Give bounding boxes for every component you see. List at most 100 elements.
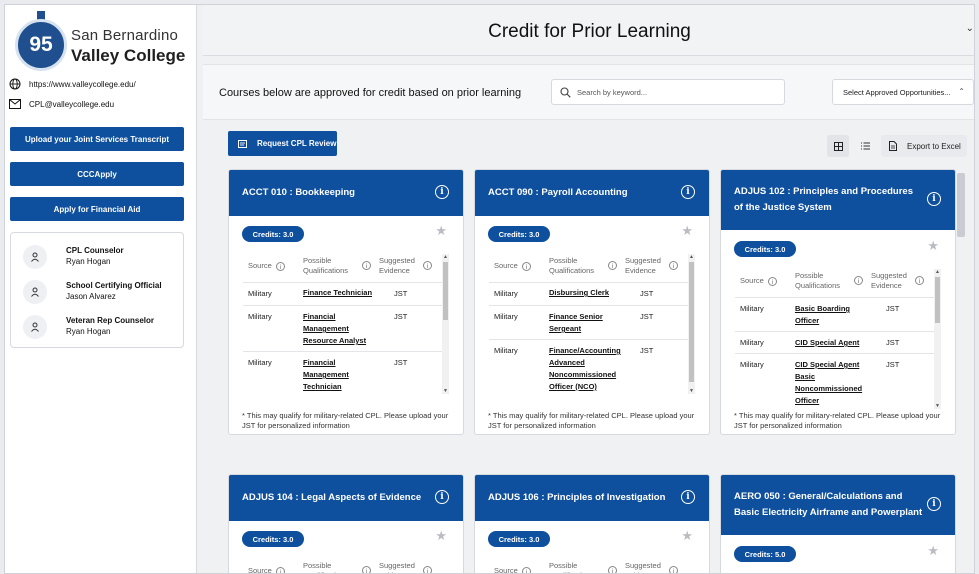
page-title: Credit for Prior Learning bbox=[488, 21, 691, 42]
counselor-role: Veteran Rep Counselor bbox=[66, 316, 155, 325]
row-qualification-link[interactable]: Financial Management Resource Analyst bbox=[303, 311, 383, 347]
row-qualification-link[interactable]: Finance Technician bbox=[303, 287, 383, 299]
info-icon[interactable]: i bbox=[681, 185, 695, 199]
logo-text-line2: Valley College bbox=[71, 46, 186, 65]
course-card-header: ACCT 010 : Bookkeeping i bbox=[229, 170, 463, 216]
row-evidence: JST bbox=[886, 338, 900, 347]
row-source: Military bbox=[248, 358, 272, 367]
info-icon[interactable]: i bbox=[435, 185, 449, 199]
email-link[interactable]: CPL@valleycollege.edu bbox=[29, 100, 114, 109]
export-label: Export to Excel bbox=[907, 141, 961, 151]
select-value: Select Approved Opportunities... bbox=[843, 87, 951, 97]
star-icon[interactable]: ★ bbox=[927, 238, 939, 254]
table-row: Military CID Special Agent JST bbox=[735, 331, 937, 353]
info-icon[interactable]: i bbox=[927, 497, 941, 511]
row-qualification-link[interactable]: CID Special Agent bbox=[795, 337, 875, 349]
course-card-header: ADJUS 106 : Principles of Investigation … bbox=[475, 475, 709, 521]
course-title[interactable]: AERO 050 : General/Calculations and Basi… bbox=[734, 489, 924, 521]
row-evidence: JST bbox=[640, 312, 654, 321]
info-icon: i bbox=[854, 276, 863, 285]
qualifications-header: PossibleQualifications bbox=[303, 256, 349, 275]
grid-view-button[interactable] bbox=[827, 135, 849, 157]
website-link[interactable]: https://www.valleycollege.edu/ bbox=[29, 80, 136, 89]
financial-aid-button[interactable]: Apply for Financial Aid bbox=[10, 197, 184, 221]
table-scrollbar[interactable]: ▲ ▼ bbox=[934, 269, 941, 409]
course-card: ADJUS 102 : Principles and Procedures of… bbox=[720, 169, 956, 435]
row-qualification-link[interactable]: Basic Boarding Officer bbox=[795, 303, 875, 327]
course-card: ACCT 010 : Bookkeeping i Credits: 3.0 ★ … bbox=[228, 169, 464, 435]
email-contact[interactable]: CPL@valleycollege.edu bbox=[9, 99, 114, 109]
star-icon[interactable]: ★ bbox=[435, 528, 447, 544]
course-card-header: ADJUS 104 : Legal Aspects of Evidence i bbox=[229, 475, 463, 521]
credits-badge: Credits: 3.0 bbox=[488, 531, 550, 547]
evidence-header: SuggestedEvidence bbox=[625, 561, 661, 573]
military-note: * This may qualify for military-related … bbox=[734, 411, 941, 430]
page-header: Credit for Prior Learning ⌄ bbox=[203, 5, 974, 56]
info-icon[interactable]: i bbox=[681, 490, 695, 504]
star-icon[interactable]: ★ bbox=[681, 528, 693, 544]
row-qualification-link[interactable]: CID Special Agent Basic Noncommissioned … bbox=[795, 359, 875, 407]
table-scrollbar[interactable]: ▲ ▼ bbox=[688, 254, 695, 394]
row-source: Military bbox=[494, 346, 518, 355]
row-evidence: JST bbox=[640, 346, 654, 355]
list-view-button[interactable] bbox=[854, 135, 876, 157]
search-input[interactable]: Search by keyword... bbox=[551, 79, 785, 105]
chevron-down-icon[interactable]: ⌄ bbox=[966, 23, 974, 34]
row-qualification-link[interactable]: Finance Senior Sergeant bbox=[549, 311, 629, 335]
row-qualification-link[interactable]: Finance/Accounting Advanced Noncommissio… bbox=[549, 345, 629, 393]
row-source: Military bbox=[494, 289, 518, 298]
row-source: Military bbox=[494, 312, 518, 321]
request-cpl-review-button[interactable]: Request CPL Review bbox=[228, 131, 337, 156]
approved-opportunities-select[interactable]: Select Approved Opportunities... ⌃ bbox=[832, 79, 974, 105]
star-icon[interactable]: ★ bbox=[435, 223, 447, 239]
course-card: ADJUS 104 : Legal Aspects of Evidence i … bbox=[228, 474, 464, 573]
course-card: ACCT 090 : Payroll Accounting i Credits:… bbox=[474, 169, 710, 435]
evidence-header: SuggestedEvidence bbox=[379, 561, 415, 573]
user-icon bbox=[23, 315, 47, 339]
row-evidence: JST bbox=[640, 289, 654, 298]
military-note: * This may qualify for military-related … bbox=[488, 411, 695, 430]
counselor-item: Veteran Rep Counselor Ryan Hogan bbox=[11, 313, 183, 341]
course-card-header: ACCT 090 : Payroll Accounting i bbox=[475, 170, 709, 216]
credits-badge: Credits: 3.0 bbox=[734, 241, 796, 257]
table-row: Military CID Special Agent Basic Noncomm… bbox=[735, 353, 937, 409]
counselor-name: Ryan Hogan bbox=[66, 327, 111, 336]
military-note: * This may qualify for military-related … bbox=[242, 411, 449, 430]
info-icon: i bbox=[608, 261, 617, 270]
info-icon: i bbox=[608, 566, 617, 573]
document-icon bbox=[889, 141, 897, 151]
college-logo[interactable]: 95 San Bernardino Valley College bbox=[11, 9, 191, 73]
user-icon bbox=[23, 245, 47, 269]
table-row: Military Finance/Accounting Advanced Non… bbox=[489, 339, 691, 394]
course-title[interactable]: ADJUS 104 : Legal Aspects of Evidence bbox=[242, 490, 432, 506]
course-title[interactable]: ADJUS 102 : Principles and Procedures of… bbox=[734, 184, 924, 216]
website-contact[interactable]: https://www.valleycollege.edu/ bbox=[9, 78, 136, 90]
table-scrollbar[interactable]: ▲ ▼ bbox=[442, 254, 449, 394]
course-title[interactable]: ACCT 010 : Bookkeeping bbox=[242, 185, 432, 201]
star-icon[interactable]: ★ bbox=[681, 223, 693, 239]
info-icon[interactable]: i bbox=[927, 192, 941, 206]
counselor-item: CPL Counselor Ryan Hogan bbox=[11, 243, 183, 271]
course-card-header: AERO 050 : General/Calculations and Basi… bbox=[721, 475, 955, 535]
row-qualification-link[interactable]: Financial Management Technician bbox=[303, 357, 383, 393]
row-qualification-link[interactable]: Disbursing Clerk bbox=[549, 287, 629, 299]
info-icon: i bbox=[423, 566, 432, 573]
qualifications-header: PossibleQualifications bbox=[303, 561, 348, 573]
star-icon[interactable]: ★ bbox=[927, 543, 939, 559]
info-icon[interactable]: i bbox=[435, 490, 449, 504]
info-icon: i bbox=[669, 566, 678, 573]
export-to-excel-button[interactable]: Export to Excel bbox=[881, 135, 967, 157]
info-icon: i bbox=[915, 276, 924, 285]
row-source: Military bbox=[248, 289, 272, 298]
main-scrollbar-thumb[interactable] bbox=[957, 173, 965, 237]
course-card: ADJUS 106 : Principles of Investigation … bbox=[474, 474, 710, 573]
upload-jst-button[interactable]: Upload your Joint Services Transcript bbox=[10, 127, 184, 151]
course-title[interactable]: ACCT 090 : Payroll Accounting bbox=[488, 185, 678, 201]
cccapply-button[interactable]: CCCApply bbox=[10, 162, 184, 186]
course-title[interactable]: ADJUS 106 : Principles of Investigation bbox=[488, 490, 678, 506]
source-header: Source i bbox=[248, 566, 285, 573]
user-icon bbox=[23, 280, 47, 304]
list-view-icon bbox=[860, 142, 870, 150]
credits-badge: Credits: 3.0 bbox=[242, 226, 304, 242]
row-evidence: JST bbox=[886, 304, 900, 313]
